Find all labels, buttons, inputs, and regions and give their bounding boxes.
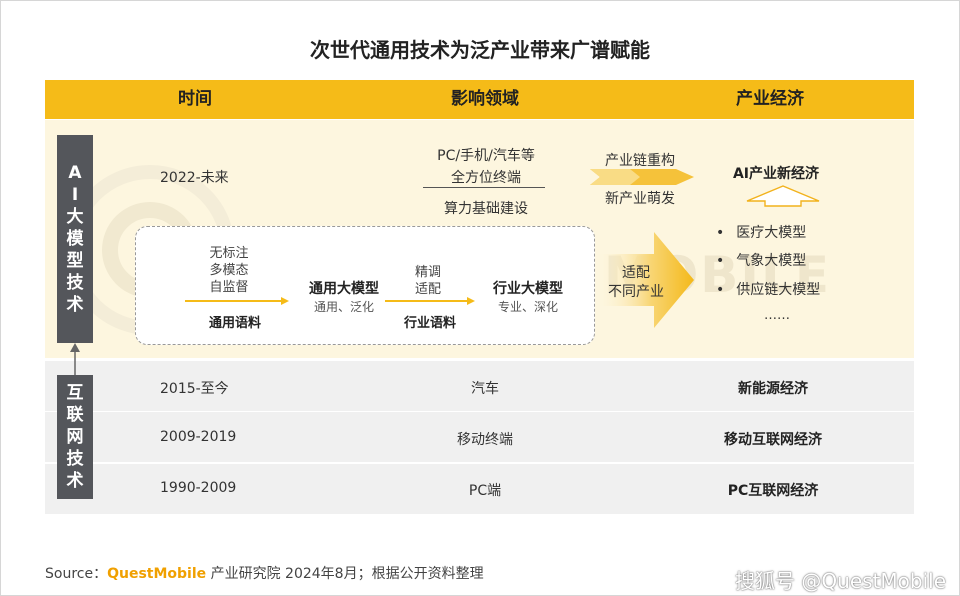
ai-tech-label: AI大模型技术: [57, 135, 93, 343]
general-model-sub: 通用、泛化: [313, 300, 374, 314]
up-arrow-icon: [746, 185, 820, 207]
source-rest: 产业研究院 2024年8月；根据公开资料整理: [206, 566, 484, 582]
up-connector-icon: [70, 343, 80, 375]
internet-tech-label-text: 互联网技术: [66, 383, 84, 491]
economy-item: 医疗大模型: [716, 222, 806, 242]
input-caption: 通用语料: [208, 316, 261, 331]
industry-model-sub: 专业、深化: [497, 300, 558, 314]
column-header-field: 影响领域: [451, 89, 519, 109]
source-note: Source：QuestMobile 产业研究院 2024年8月；根据公开资料整…: [45, 563, 484, 583]
input-label: 多模态: [209, 263, 249, 278]
row-time: 1990-2009: [160, 480, 237, 496]
mid-label: 精调: [414, 265, 441, 280]
ai-field-line2: 全方位终端: [451, 170, 521, 186]
row-field: PC端: [468, 483, 502, 499]
chevron-arrow-icon: [590, 169, 694, 185]
row-field: 移动终端: [457, 432, 513, 448]
ai-economy-title: AI产业新经济: [732, 166, 820, 182]
row-field: 汽车: [471, 381, 499, 397]
ai-time: 2022-未来: [160, 170, 229, 186]
column-header-time: 时间: [178, 89, 212, 109]
input-label: 无标注: [209, 246, 249, 261]
industry-model-label: 行业大模型: [493, 281, 563, 297]
new-industry-label: 新产业萌发: [605, 191, 675, 207]
economy-ellipsis: ……: [764, 308, 790, 323]
economy-item: 供应链大模型: [716, 279, 820, 299]
input-label: 自监督: [209, 280, 249, 295]
ai-tech-label-text: AI大模型技术: [66, 163, 84, 315]
adapt-line1: 适配: [622, 265, 650, 281]
row-economy: 移动互联网经济: [724, 432, 822, 448]
page-title: 次世代通用技术为泛产业带来广谱赋能: [310, 38, 650, 62]
flow-arrow-icon: [185, 297, 289, 305]
corner-watermark: 搜狐号 @QuestMobile: [735, 569, 946, 593]
general-model-label: 通用大模型: [309, 281, 379, 297]
row-economy: PC互联网经济: [727, 483, 819, 499]
row-time: 2009-2019: [160, 429, 237, 445]
field-divider: [423, 187, 545, 188]
column-header-economy: 产业经济: [736, 89, 804, 109]
mid-caption: 行业语料: [403, 316, 456, 331]
table-header: 时间 影响领域 产业经济: [45, 80, 914, 119]
economy-item: 气象大模型: [716, 250, 806, 270]
source-brand: QuestMobile: [107, 566, 207, 582]
adapt-line2: 不同产业: [608, 284, 664, 300]
source-prefix: Source：: [45, 566, 108, 582]
ai-field-line1: PC/手机/汽车等: [437, 148, 535, 164]
flow-arrow-icon: [385, 297, 475, 305]
internet-tech-label: 互联网技术: [57, 375, 93, 499]
row-time: 2015-至今: [160, 381, 229, 397]
ai-field-line3: 算力基础建设: [444, 201, 528, 217]
row-economy: 新能源经济: [738, 381, 808, 397]
